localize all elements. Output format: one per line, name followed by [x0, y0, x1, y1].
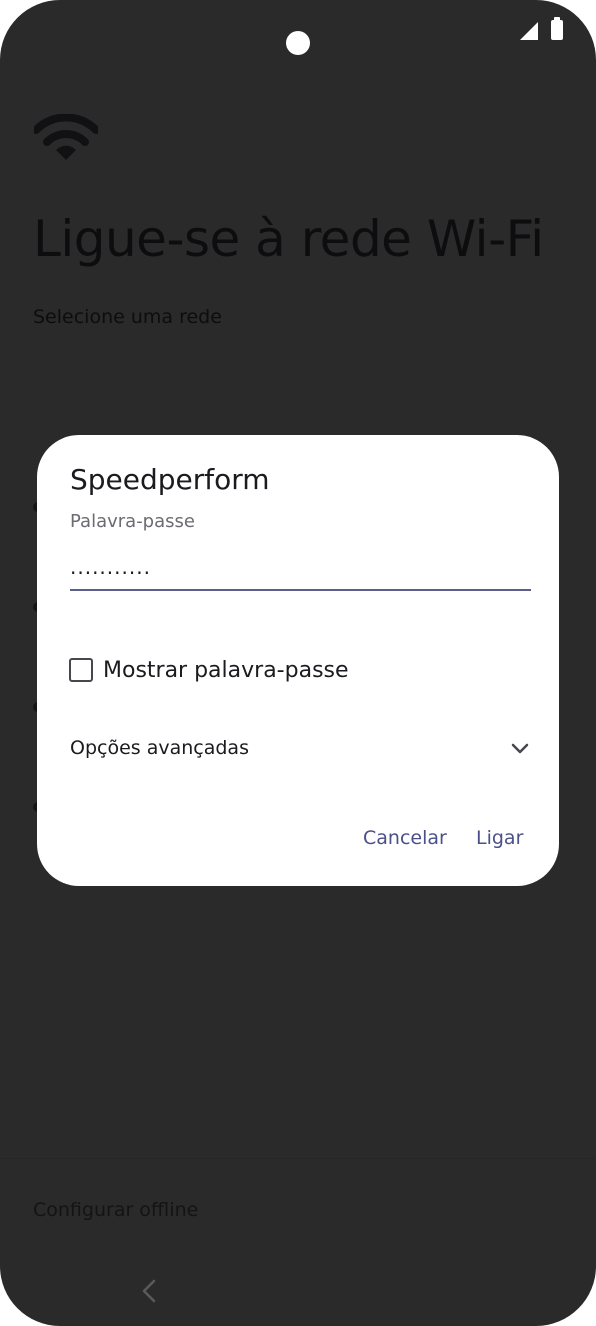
connect-button[interactable]: Ligar	[476, 827, 523, 849]
front-camera	[286, 31, 310, 55]
wifi-icon	[34, 114, 98, 160]
advanced-options-label: Opções avançadas	[70, 737, 249, 759]
configure-offline-link[interactable]: Configurar offline	[33, 1199, 198, 1221]
footer-divider	[0, 1158, 596, 1159]
network-name: Speedperform	[70, 463, 270, 496]
cellular-signal-icon	[520, 22, 538, 40]
page-subtitle: Selecione uma rede	[33, 306, 222, 328]
advanced-options-toggle[interactable]: Opções avançadas	[70, 731, 534, 767]
password-label: Palavra-passe	[70, 511, 195, 532]
wifi-password-dialog: Speedperform Palavra-passe Mostrar palav…	[37, 435, 559, 886]
password-input[interactable]	[70, 551, 531, 591]
phone-screen: Ligue-se à rede Wi-Fi Selecione uma rede…	[0, 0, 596, 1326]
chevron-down-icon	[511, 743, 529, 754]
show-password-label[interactable]: Mostrar palavra-passe	[103, 658, 349, 683]
page-title: Ligue-se à rede Wi-Fi	[33, 210, 544, 268]
show-password-checkbox[interactable]	[69, 658, 93, 682]
cancel-button[interactable]: Cancelar	[363, 827, 447, 849]
back-icon[interactable]	[138, 1278, 160, 1304]
battery-icon	[551, 17, 563, 40]
